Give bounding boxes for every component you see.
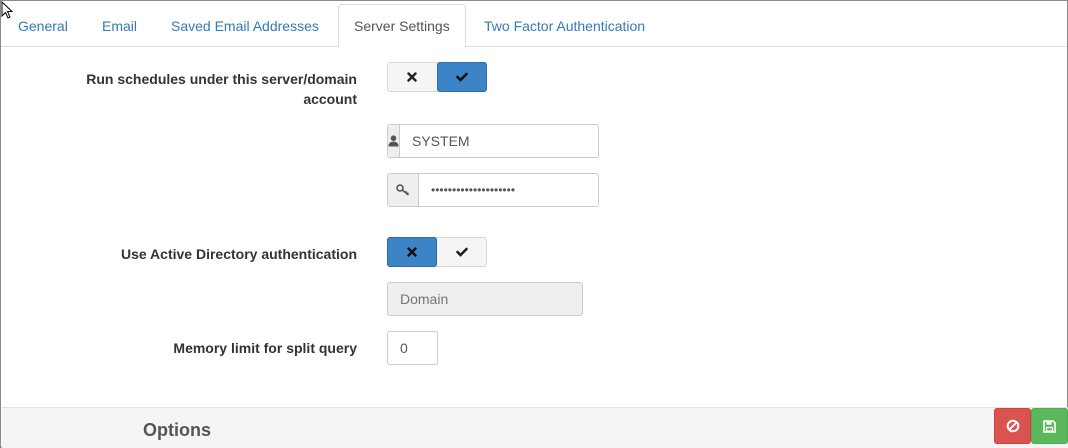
save-button[interactable]: [1031, 408, 1068, 444]
memory-limit-label: Memory limit for split query: [173, 340, 357, 356]
tab-server-settings[interactable]: Server Settings: [338, 4, 466, 48]
active-directory-yes-button[interactable]: [437, 237, 487, 267]
username-input[interactable]: [400, 125, 605, 157]
tab-saved-email-addresses[interactable]: Saved Email Addresses: [171, 5, 319, 47]
username-group: [387, 124, 605, 158]
active-directory-no-button[interactable]: [387, 237, 437, 267]
times-icon: [407, 247, 417, 257]
options-footer: Options: [2, 407, 1068, 448]
active-directory-label: Use Active Directory authentication: [121, 246, 357, 262]
memory-limit-input[interactable]: [387, 331, 438, 365]
active-directory-toggle: [387, 237, 487, 267]
cancel-button[interactable]: [994, 408, 1031, 444]
run-schedules-toggle: [387, 62, 487, 92]
password-group: [387, 173, 599, 207]
user-icon: [388, 125, 400, 157]
run-schedules-label: Run schedules under this server/domain a…: [41, 69, 357, 109]
check-icon: [456, 72, 468, 82]
ban-icon: [1006, 419, 1019, 433]
times-icon: [407, 72, 417, 82]
tab-two-factor-authentication[interactable]: Two Factor Authentication: [484, 5, 645, 47]
password-input[interactable]: [419, 174, 598, 206]
run-schedules-yes-button[interactable]: [437, 62, 487, 92]
tab-bar: General Email Saved Email Addresses Serv…: [1, 1, 1067, 48]
tab-email[interactable]: Email: [102, 5, 137, 47]
settings-window: General Email Saved Email Addresses Serv…: [0, 0, 1068, 448]
tab-general[interactable]: General: [18, 5, 68, 47]
domain-input[interactable]: [387, 282, 583, 316]
options-title: Options: [143, 420, 211, 440]
key-icon: [388, 174, 419, 206]
floppy-icon: [1043, 419, 1056, 433]
run-schedules-no-button[interactable]: [387, 62, 437, 92]
check-icon: [456, 247, 468, 257]
run-schedules-label-line2: account: [303, 91, 357, 107]
run-schedules-label-line1: Run schedules under this server/domain: [86, 71, 357, 87]
